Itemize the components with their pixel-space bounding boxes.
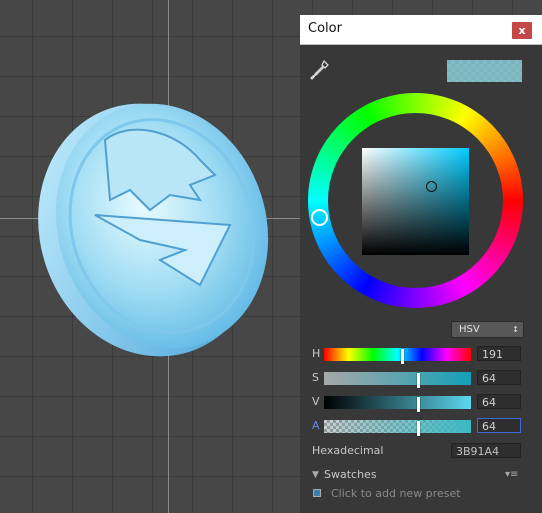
close-button[interactable]: x <box>512 22 532 39</box>
coin-sprite[interactable] <box>0 0 300 513</box>
alpha-slider[interactable] <box>324 420 471 436</box>
alpha-label: A <box>312 419 320 432</box>
slider-row-hue: H 191 <box>312 346 527 364</box>
close-icon: x <box>518 24 526 37</box>
saturation-field[interactable]: 64 <box>477 370 521 385</box>
saturation-slider[interactable] <box>324 372 471 388</box>
hue-label: H <box>312 347 321 360</box>
hex-row: Hexadecimal 3B91A4 <box>312 443 527 459</box>
slider-row-alpha: A 64 <box>312 418 527 436</box>
menu-icon[interactable]: ▾≡ <box>505 467 518 483</box>
preset-color-icon[interactable] <box>313 489 321 497</box>
value-field[interactable]: 64 <box>477 394 521 409</box>
swatches-label: Swatches <box>324 468 377 481</box>
updown-arrows-icon: ↕ <box>512 325 519 334</box>
hue-slider-thumb[interactable] <box>401 349 404 364</box>
add-preset-row[interactable]: Click to add new preset <box>312 487 527 503</box>
color-mode-value: HSV <box>459 324 480 335</box>
slider-row-saturation: S 64 <box>312 370 527 388</box>
current-color-fill <box>447 60 522 82</box>
window-title: Color <box>308 21 342 36</box>
swatches-foldout[interactable]: ▼ Swatches ▾≡ <box>312 467 527 483</box>
value-label: V <box>312 395 320 408</box>
alpha-field[interactable]: 64 <box>477 418 521 433</box>
hex-label: Hexadecimal <box>312 444 384 457</box>
slider-row-value: V 64 <box>312 394 527 412</box>
alpha-slider-thumb[interactable] <box>417 421 420 436</box>
current-color-swatch[interactable] <box>447 60 522 82</box>
saturation-slider-thumb[interactable] <box>417 373 420 388</box>
hue-wheel-handle[interactable] <box>311 209 328 226</box>
value-slider[interactable] <box>324 396 471 412</box>
eyedropper-icon[interactable] <box>310 59 330 81</box>
value-slider-thumb[interactable] <box>417 397 420 412</box>
triangle-down-icon[interactable]: ▼ <box>312 467 319 483</box>
saturation-value-square[interactable] <box>362 148 469 255</box>
color-mode-dropdown[interactable]: HSV ↕ <box>451 321 524 338</box>
saturation-value-handle[interactable] <box>426 181 437 192</box>
title-bar[interactable]: Color x <box>300 15 542 45</box>
saturation-label: S <box>312 371 319 384</box>
hex-field[interactable]: 3B91A4 <box>451 443 521 458</box>
add-preset-label: Click to add new preset <box>331 487 461 500</box>
hue-field[interactable]: 191 <box>477 346 521 361</box>
hue-slider[interactable] <box>324 348 471 364</box>
color-picker-window[interactable]: Color x HSV ↕ H 191 S 64 V 64 A 64 Hexad… <box>300 15 542 513</box>
